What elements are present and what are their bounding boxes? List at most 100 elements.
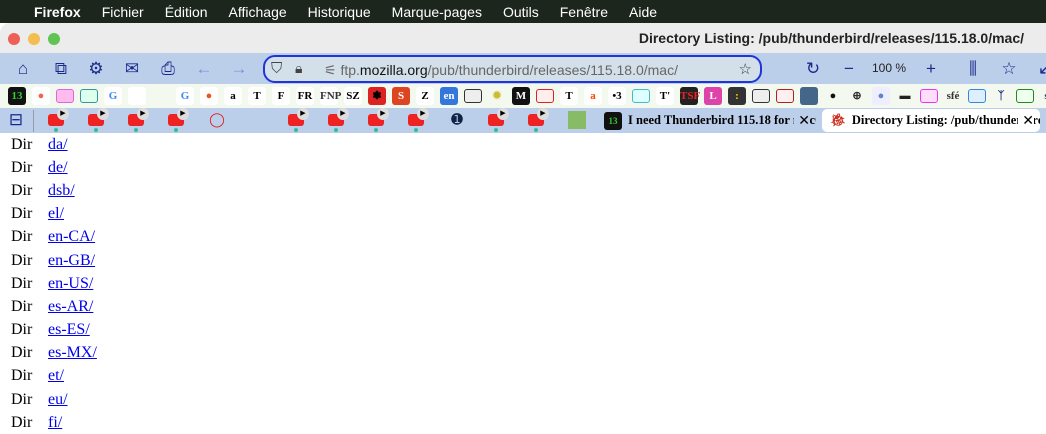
bookmark-sfe-icon[interactable]: sfé xyxy=(944,87,962,105)
bookmark-fr-icon[interactable]: FR xyxy=(296,87,314,105)
zoom-in-icon[interactable]: + xyxy=(920,58,942,80)
directory-link[interactable]: eu/ xyxy=(48,391,68,409)
bookmark-moor-icon[interactable]: ● xyxy=(824,87,842,105)
bookmark-duckduckgo-icon[interactable]: ● xyxy=(200,87,218,105)
zoom-out-icon[interactable]: − xyxy=(838,58,860,80)
directory-link[interactable]: es-ES/ xyxy=(48,321,90,339)
pinned-tab-youtube-icon[interactable] xyxy=(528,108,549,126)
home-icon[interactable]: ⌂ xyxy=(12,58,34,80)
zoom-window-button[interactable] xyxy=(48,33,60,45)
forward-icon[interactable]: → xyxy=(228,58,250,80)
bookmark-folder-icon[interactable] xyxy=(1016,89,1034,103)
bookmark-m-icon[interactable]: M xyxy=(512,87,530,105)
minimize-window-button[interactable] xyxy=(28,33,40,45)
bookmark-3-icon[interactable]: •3 xyxy=(608,87,626,105)
back-icon[interactable]: ← xyxy=(193,58,215,80)
close-tab-icon[interactable]: ✕ xyxy=(1018,112,1034,129)
tab-groups-icon[interactable]: ⊟ xyxy=(5,109,27,131)
pinned-tab-youtube-icon[interactable] xyxy=(408,108,429,126)
bookmark-firefox-icon[interactable]: ● xyxy=(32,87,50,105)
bookmark-l-icon[interactable]: L xyxy=(704,87,722,105)
bookmark-folder-icon[interactable] xyxy=(80,89,98,103)
bookmark-t-icon[interactable]: T' xyxy=(656,87,674,105)
bookmark-google-icon[interactable]: G xyxy=(176,87,194,105)
directory-link[interactable]: es-MX/ xyxy=(48,344,97,362)
directory-link[interactable]: et/ xyxy=(48,367,64,385)
pinned-tab-youtube-icon[interactable] xyxy=(88,108,109,126)
pinned-tab-one-icon[interactable]: ➊ xyxy=(448,111,466,128)
pinned-tab-youtube-icon[interactable] xyxy=(128,108,149,126)
bookmark-bird-icon[interactable]: ● xyxy=(872,87,890,105)
close-window-button[interactable] xyxy=(8,33,20,45)
bookmark-nyt-icon[interactable]: T xyxy=(560,87,578,105)
directory-link[interactable]: el/ xyxy=(48,205,64,223)
menu-aide[interactable]: Aide xyxy=(629,4,657,20)
bookmark-sun-icon[interactable]: ✹ xyxy=(488,87,506,105)
bookmark-traffic-icon[interactable]: : xyxy=(728,87,746,105)
gear-icon[interactable]: ⚙ xyxy=(85,58,107,80)
tab-directory-listing[interactable]: 🐞︎ Directory Listing: /pub/thunderbird/r… xyxy=(822,109,1040,132)
bookmark-fnp-icon[interactable]: FNP xyxy=(320,87,341,105)
bookmark-a-icon[interactable]: a xyxy=(584,87,602,105)
bookmark-en-icon[interactable]: en xyxy=(440,87,458,105)
bookmark-folder-icon[interactable] xyxy=(536,89,554,103)
menu-affichage[interactable]: Affichage xyxy=(229,4,287,20)
bookmark-google-icon[interactable]: G xyxy=(104,87,122,105)
menu-edition[interactable]: Édition xyxy=(165,4,208,20)
menu-outils[interactable]: Outils xyxy=(503,4,539,20)
bookmark-sz-icon[interactable]: SZ xyxy=(344,87,362,105)
url-text[interactable]: ⚟ ftp.mozilla.org/pub/thunderbird/releas… xyxy=(324,62,678,79)
lock-icon[interactable]: 🔒︎ xyxy=(295,60,302,77)
directory-link[interactable]: en-GB/ xyxy=(48,252,95,270)
directory-link[interactable]: en-CA/ xyxy=(48,228,95,246)
bookmark-folder-icon[interactable] xyxy=(752,89,770,103)
directory-link[interactable]: en-US/ xyxy=(48,275,93,293)
bookmark-folder-icon[interactable] xyxy=(632,89,650,103)
reload-icon[interactable]: ↻ xyxy=(802,58,824,80)
print-icon[interactable]: ⎙ xyxy=(157,58,179,80)
directory-link[interactable]: dsb/ xyxy=(48,182,75,200)
bookmark-folder-icon[interactable] xyxy=(968,89,986,103)
directory-link[interactable]: da/ xyxy=(48,136,68,154)
bookmark-runner-icon[interactable]: ᛉ xyxy=(992,87,1010,105)
bookmark-s-icon[interactable]: S xyxy=(392,87,410,105)
menu-firefox[interactable]: Firefox xyxy=(34,4,81,20)
bookmark-device-icon[interactable]: ▬ xyxy=(896,87,914,105)
bookmark-folder-icon[interactable] xyxy=(920,89,938,103)
bookmark-amazon-icon[interactable]: a xyxy=(224,87,242,105)
tab-thunderbird-question[interactable]: 13 I need Thunderbird 115.18 for macOS 1… xyxy=(604,109,816,132)
bookmark-13-icon[interactable]: 13 xyxy=(8,87,26,105)
zoom-level[interactable]: 100 % xyxy=(872,61,906,75)
bookmark-tsf-icon[interactable]: TSF xyxy=(680,87,700,105)
bookmark-image-icon[interactable] xyxy=(800,87,818,105)
bookmark-apple-icon[interactable] xyxy=(152,87,170,105)
pinned-tab-youtube-icon[interactable] xyxy=(48,108,69,126)
pinned-tab-youtube-icon[interactable] xyxy=(368,108,389,126)
pinned-tab-chat-icon[interactable]: ◯ xyxy=(208,111,226,128)
bookmark-sc-icon[interactable]: sc xyxy=(1040,87,1046,105)
directory-link[interactable]: fi/ xyxy=(48,414,62,432)
close-tab-icon[interactable]: ✕ xyxy=(794,112,810,129)
bookmark-t-icon[interactable]: T xyxy=(248,87,266,105)
bookmark-folder-icon[interactable] xyxy=(464,89,482,103)
url-bar[interactable]: ⛉ 🔒︎ ⚟ ftp.mozilla.org/pub/thunderbird/r… xyxy=(263,55,762,83)
directory-link[interactable]: es-AR/ xyxy=(48,298,93,316)
bookmark-f-icon[interactable]: F xyxy=(272,87,290,105)
bookmark-z-icon[interactable]: Z xyxy=(416,87,434,105)
pinned-tab-youtube-icon[interactable] xyxy=(328,108,349,126)
bookmark-folder-icon[interactable] xyxy=(776,89,794,103)
pinned-tab-youtube-icon[interactable] xyxy=(488,108,509,126)
bookmark-star-icon[interactable]: ☆ xyxy=(739,60,752,78)
overflow-icon[interactable]: ↙ xyxy=(1034,58,1046,80)
bookmark-folder-icon[interactable] xyxy=(56,89,74,103)
bookmark-globe-icon[interactable]: ⊕ xyxy=(848,87,866,105)
menu-fenetre[interactable]: Fenêtre xyxy=(560,4,608,20)
mail-icon[interactable]: ✉ xyxy=(121,58,143,80)
pinned-tab-image-icon[interactable] xyxy=(568,111,586,129)
menu-marque-pages[interactable]: Marque-pages xyxy=(392,4,482,20)
bookmark-paw-icon[interactable]: ✽ xyxy=(368,87,386,105)
bookmark-apple-icon[interactable] xyxy=(128,87,146,105)
menu-fichier[interactable]: Fichier xyxy=(102,4,144,20)
menu-historique[interactable]: Historique xyxy=(308,4,371,20)
library-icon[interactable]: ⫼ xyxy=(962,58,984,80)
